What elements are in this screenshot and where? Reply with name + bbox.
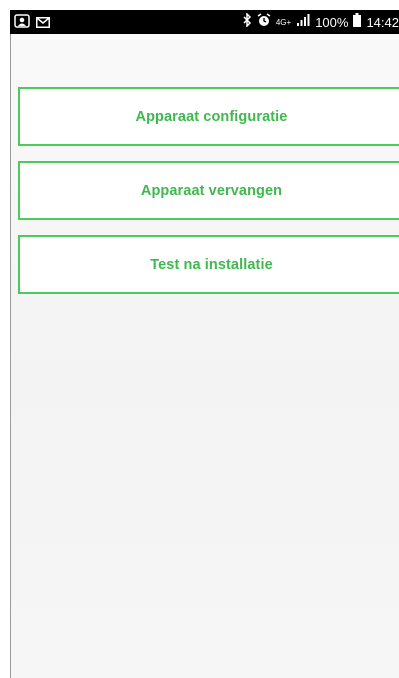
clock: 14:42	[366, 14, 399, 30]
mail-icon	[36, 15, 50, 33]
signal-icon	[296, 13, 310, 31]
battery-icon	[353, 13, 362, 31]
network-4g-icon: 4G+	[275, 17, 292, 27]
replace-device-button[interactable]: Apparaat vervangen	[18, 161, 399, 220]
screen-edge	[10, 34, 11, 678]
post-installation-test-label: Test na installatie	[150, 256, 273, 273]
status-bar-system: 4G+ 100% 14:42	[242, 12, 399, 31]
bluetooth-icon	[242, 12, 252, 31]
app-screen: 4G+ 100% 14:42 Apparaat configuratie App…	[10, 10, 399, 678]
battery-percent: 100%	[315, 14, 349, 30]
replace-device-label: Apparaat vervangen	[140, 182, 283, 199]
contact-card-icon	[14, 14, 30, 33]
status-bar: 4G+ 100% 14:42	[10, 10, 399, 34]
device-configuration-button[interactable]: Apparaat configuratie	[18, 87, 399, 146]
status-bar-notifications	[14, 14, 50, 33]
device-configuration-label: Apparaat configuratie	[135, 108, 288, 125]
post-installation-test-button[interactable]: Test na installatie	[18, 235, 399, 294]
alarm-icon	[257, 13, 271, 31]
